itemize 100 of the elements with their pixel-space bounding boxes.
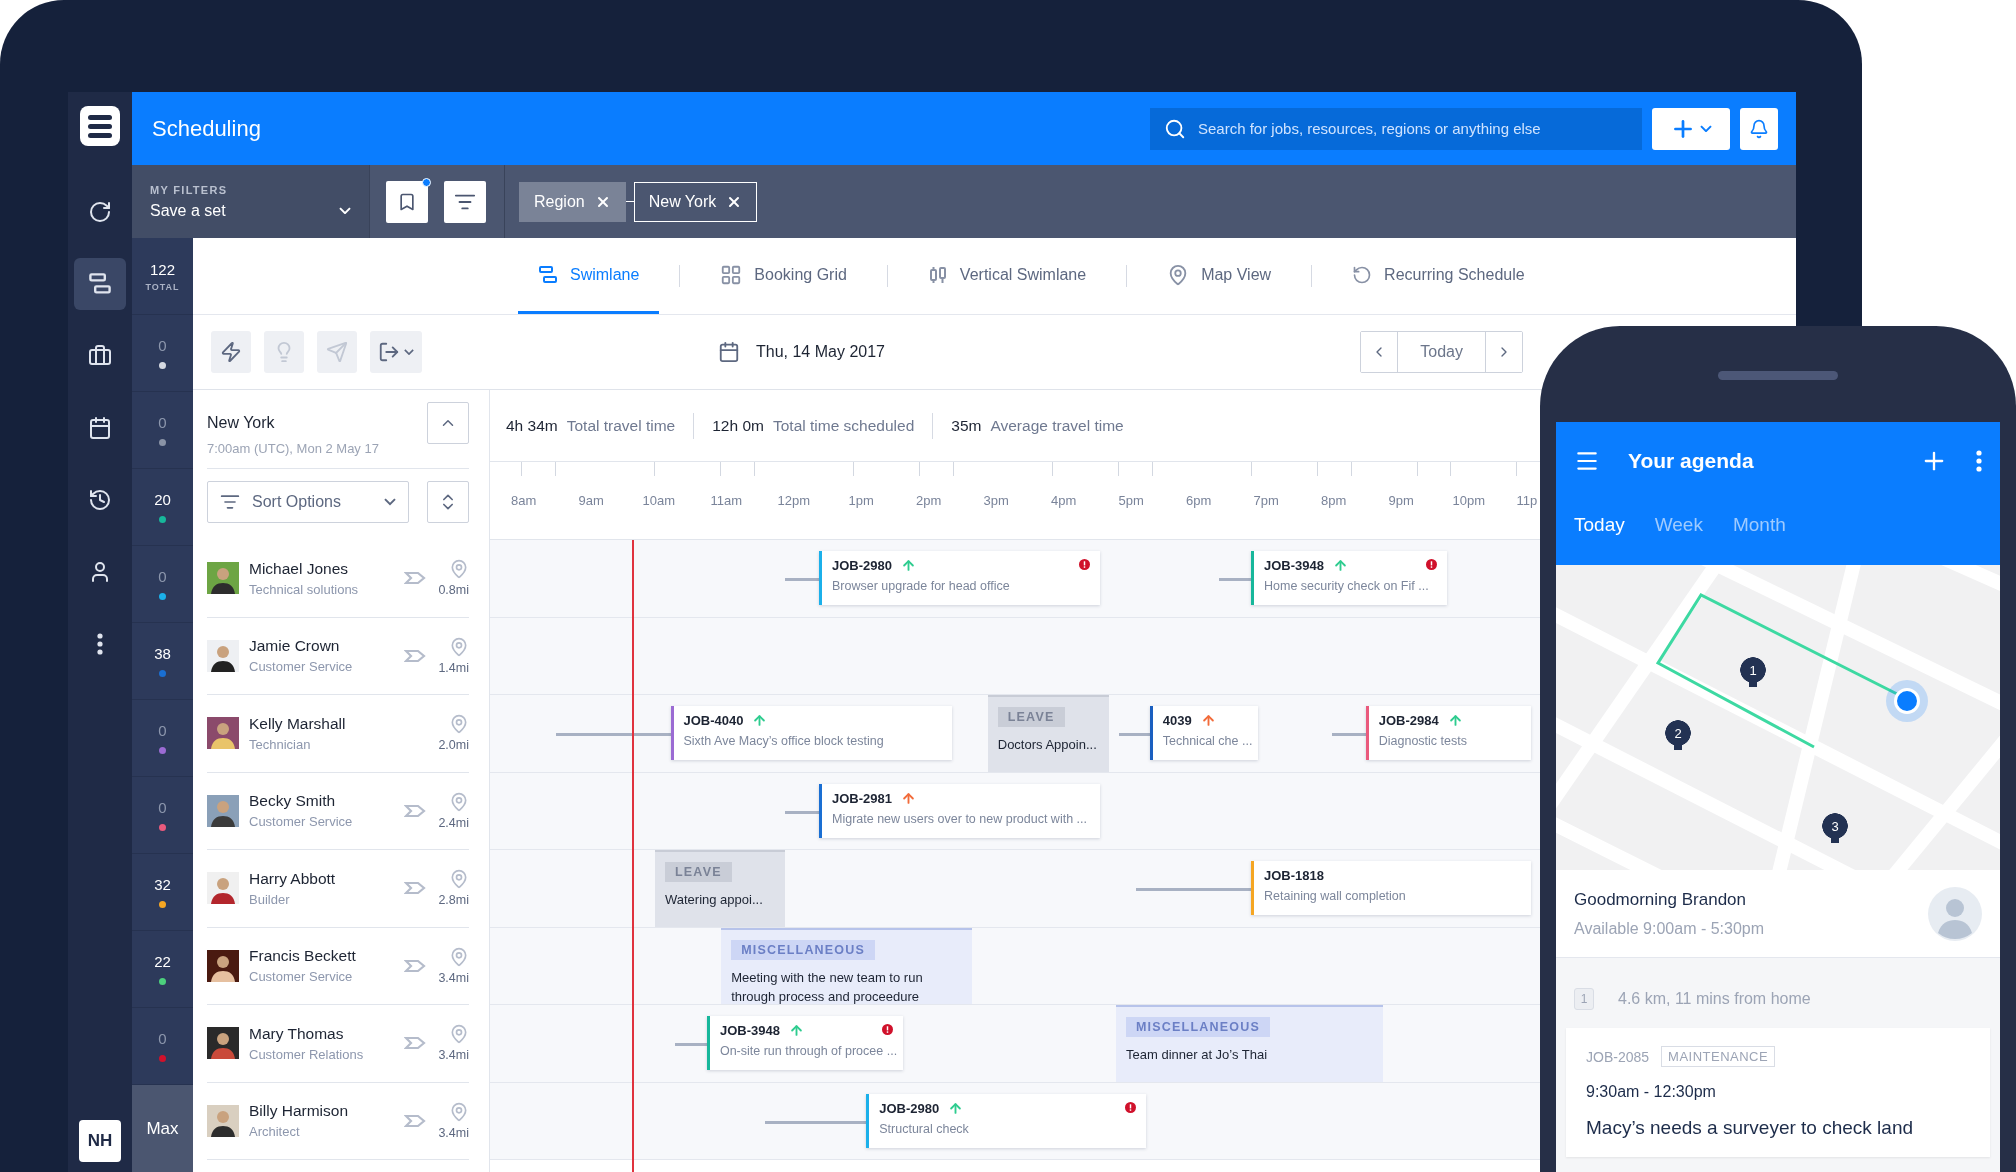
hour-label: 8am — [510, 493, 538, 508]
distance: 3.4mi — [438, 970, 469, 985]
lightning-icon — [220, 341, 242, 363]
search-field[interactable]: Search for jobs, resources, regions or anything else — [1150, 107, 1642, 150]
sidebar-item[interactable] — [74, 258, 126, 310]
avatar-icon — [1928, 886, 1982, 941]
resource-name: Mary Thomas — [249, 1024, 345, 1043]
view-tab[interactable]: Map View — [1147, 238, 1292, 314]
job-card[interactable]: JOB-2980 Browser upgrade for head office — [819, 551, 1101, 605]
reorder-button[interactable] — [427, 481, 469, 523]
add-button[interactable] — [1652, 107, 1730, 150]
hour-label: 1pm — [847, 493, 875, 508]
view-tab[interactable]: Vertical Swimlane — [907, 238, 1107, 314]
filter-set-select[interactable]: MY FILTERS Save a set — [132, 165, 370, 238]
count-value: 0 — [158, 337, 167, 354]
location-icon — [449, 559, 469, 580]
travel-line — [785, 810, 819, 814]
agenda-tab[interactable]: Today — [1574, 514, 1625, 536]
stat-label: Total travel time — [566, 416, 676, 435]
count-value: 0 — [158, 568, 167, 585]
job-description: Structural check — [879, 1121, 970, 1136]
calendar-icon — [88, 416, 112, 440]
toolbar-button[interactable] — [370, 331, 422, 373]
job-card[interactable]: JOB-3948 Home security check on Fif ... — [1251, 551, 1447, 605]
job-id: JOB-2981 — [832, 790, 892, 806]
bookmark-button[interactable] — [386, 180, 428, 223]
recurring-icon — [1352, 264, 1373, 285]
resource-role: Customer Service — [249, 969, 354, 985]
block-tag: LEAVE — [997, 707, 1065, 727]
notifications-button[interactable] — [1740, 107, 1778, 150]
resource-role: Technical solutions — [249, 581, 360, 597]
today-button[interactable]: Today — [1397, 332, 1486, 372]
travel-line — [1219, 578, 1251, 581]
leave-block[interactable]: LEAVE Watering appoi... — [654, 850, 786, 927]
toolbar-button[interactable] — [211, 331, 251, 373]
send-icon — [326, 341, 348, 363]
hour-label: 6pm — [1185, 493, 1213, 508]
more-icon — [97, 633, 103, 655]
block-description: Doctors Appoin... — [997, 736, 1097, 754]
block-tag: MISCELLANEOUS — [731, 939, 876, 960]
job-description: On-site run through of procee ... — [719, 1044, 894, 1058]
distance: 3.4mi — [438, 1048, 469, 1063]
count-value: 20 — [154, 491, 171, 508]
leave-block[interactable]: LEAVE Doctors Appoin... — [987, 695, 1110, 772]
job-card[interactable]: JOB-3948 On-site run through of procee ... — [706, 1016, 904, 1070]
job-id: JOB-3948 — [719, 1023, 780, 1038]
history-icon — [88, 488, 112, 512]
resource-name: Billy Harmison — [249, 1102, 350, 1121]
hour-label: 7pm — [1252, 493, 1280, 508]
job-title: Macy’s needs a surveyer to check land — [1586, 1117, 1915, 1139]
misc-block[interactable]: MISCELLANEOUS Team dinner at Jo’s Thai — [1116, 1005, 1383, 1082]
job-description: Retaining wall completion — [1264, 889, 1407, 903]
caret-icon — [384, 498, 396, 506]
job-card[interactable]: JOB-2984 Diagnostic tests — [1365, 706, 1532, 760]
view-tab[interactable]: Recurring Schedule — [1332, 238, 1545, 314]
more-button[interactable] — [1976, 450, 1982, 472]
dispatch-icon — [404, 571, 427, 586]
grid-icon — [720, 263, 743, 286]
app-logo[interactable] — [80, 106, 120, 146]
block-tag: MISCELLANEOUS — [1126, 1017, 1270, 1037]
swimlane-icon — [538, 264, 558, 285]
resource-role: Builder — [249, 891, 291, 907]
stat-value: 35m — [951, 416, 982, 435]
distance: 0.8mi — [438, 583, 469, 598]
filter-chip[interactable]: Region — [519, 181, 626, 222]
user-initials[interactable]: NH — [79, 1120, 121, 1162]
capacity-label: Max — [132, 1085, 193, 1172]
job-id: JOB-1818 — [1264, 868, 1324, 883]
sort-button[interactable] — [444, 180, 486, 223]
hour-label: 3pm — [982, 493, 1010, 508]
job-card[interactable]: 4039 Technical che ... — [1149, 706, 1258, 760]
vertical-bars-icon — [927, 264, 948, 285]
caret-icon — [404, 349, 414, 355]
job-id: JOB-4040 — [683, 713, 744, 728]
count-value: 0 — [158, 799, 167, 816]
view-tab[interactable]: Booking Grid — [700, 238, 867, 314]
hour-label: 8pm — [1320, 493, 1348, 508]
job-card[interactable]: JOB-2085 MAINTENANCE 9:30am - 12:30pm Macy’s needs a surveyer to check land — [1566, 1028, 1990, 1157]
filter-chip[interactable]: New York — [633, 181, 758, 222]
job-card[interactable]: JOB-1818 Retaining wall completion — [1251, 861, 1532, 915]
block-description: Team dinner at Jo’s Thai — [1126, 1046, 1268, 1064]
misc-block[interactable]: MISCELLANEOUS Meeting with the new team to run through process and proceedure — [721, 927, 973, 1004]
hour-label: 9am — [577, 493, 605, 508]
travel-line — [675, 1043, 707, 1046]
view-tab[interactable]: Swimlane — [518, 238, 660, 314]
distance: 3.4mi — [438, 1125, 469, 1140]
refresh-icon — [88, 200, 112, 224]
job-card[interactable]: JOB-4040 Sixth Ave Macy’s office block testing — [670, 706, 952, 760]
job-card[interactable]: JOB-2981 Migrate new users over to new product with ... — [819, 783, 1101, 838]
location-icon — [449, 1024, 469, 1045]
job-id: JOB-2980 — [879, 1100, 940, 1116]
travel-line — [1332, 733, 1366, 736]
sort-select[interactable]: Sort Options — [207, 481, 409, 523]
dispatch-icon — [404, 1036, 427, 1051]
resource-role: Customer Service — [249, 814, 354, 830]
job-card[interactable]: JOB-2980 Structural check — [866, 1093, 1147, 1148]
job-description: Migrate new users over to new product with ... — [832, 811, 1088, 826]
dispatch-icon — [404, 881, 427, 896]
calendar-icon — [718, 341, 740, 363]
stat-label: Total time scheduled — [772, 416, 915, 435]
